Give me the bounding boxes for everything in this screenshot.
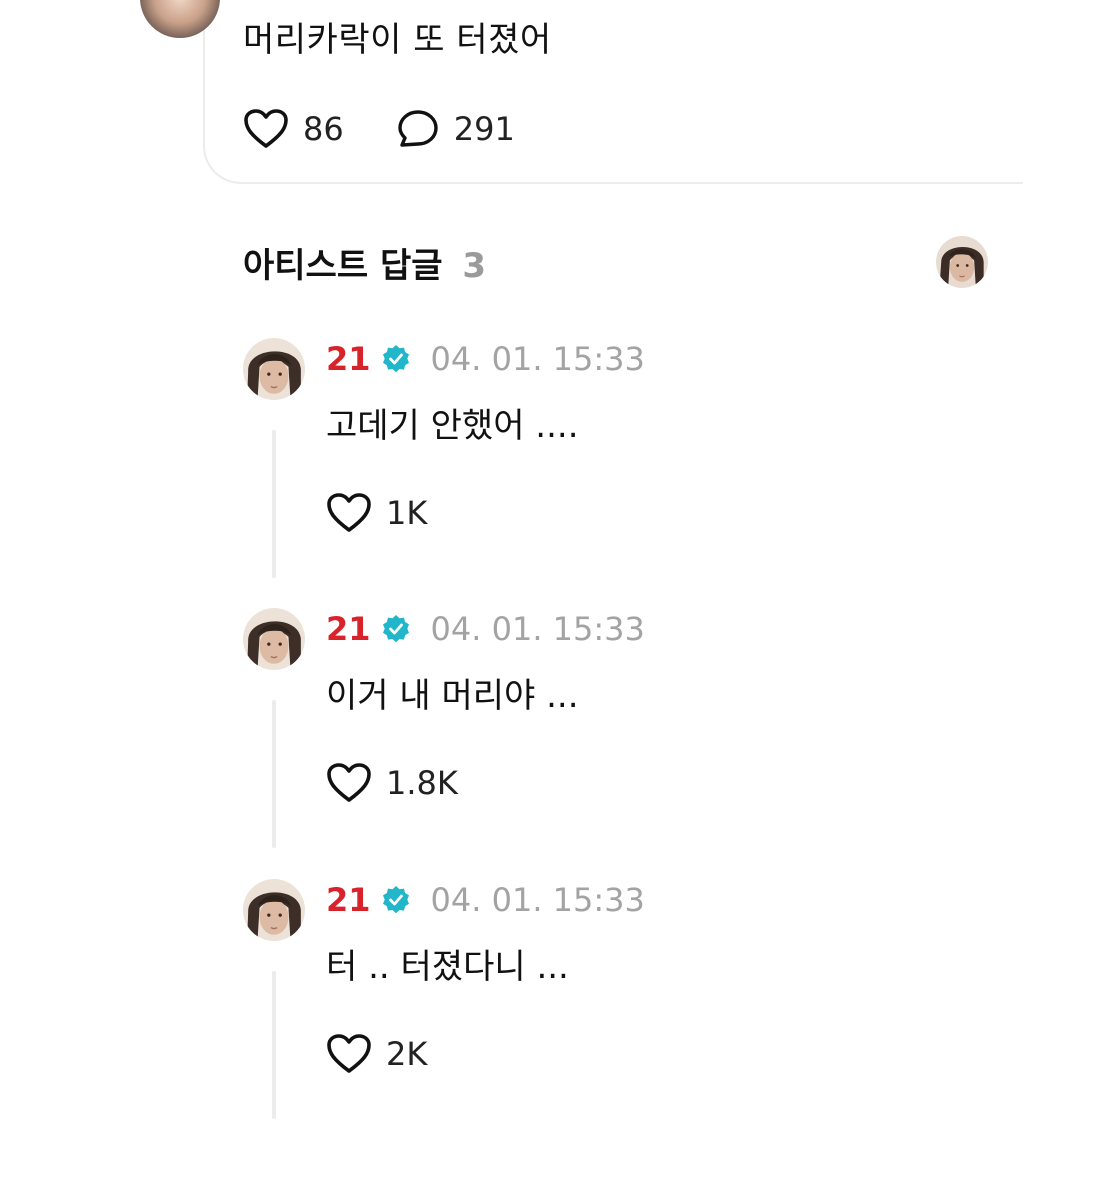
thread-line — [272, 971, 276, 1119]
section-title: 아티스트 답글 3 — [243, 238, 486, 287]
reply-avatar[interactable] — [243, 338, 305, 400]
post-comment-count: 291 — [453, 110, 515, 148]
post-like-button[interactable]: 86 — [243, 108, 344, 150]
heart-outline-icon — [244, 109, 288, 148]
reply-author[interactable]: 21 — [326, 881, 371, 919]
artist-avatar[interactable] — [936, 236, 988, 288]
verified-badge-icon — [382, 345, 409, 373]
reply-like-button[interactable]: 1.8K — [326, 762, 458, 804]
post-comment-button[interactable]: 291 — [396, 108, 515, 150]
reply-timestamp: 04. 01. 15:33 — [430, 340, 645, 378]
reply-avatar[interactable] — [243, 879, 305, 941]
reply-like-button[interactable]: 2K — [326, 1033, 427, 1075]
post-actions: 86 291 — [243, 108, 567, 150]
section-title-label: 아티스트 답글 — [243, 246, 443, 286]
reply-text: 고데기 안했어 .... — [326, 406, 579, 446]
heart-outline-icon — [327, 1034, 371, 1073]
reply-text: 이거 내 머리야 ... — [326, 676, 579, 716]
avatar-image — [936, 236, 988, 288]
verified-badge-icon — [382, 886, 409, 914]
thread-line — [272, 700, 276, 848]
reply-text: 터 .. 터졌다니 ... — [326, 947, 569, 987]
avatar-image — [243, 608, 305, 670]
reply-author[interactable]: 21 — [326, 340, 371, 378]
post-like-count: 86 — [303, 110, 344, 148]
reply-like-count: 1.8K — [386, 764, 458, 802]
heart-outline-icon — [327, 493, 371, 532]
reply-header: 21 04. 01. 15:33 — [326, 881, 645, 919]
reply-like-button[interactable]: 1K — [326, 492, 427, 534]
section-count: 3 — [462, 246, 487, 286]
verified-badge-icon — [382, 615, 409, 643]
reply-header: 21 04. 01. 15:33 — [326, 610, 645, 648]
reply-like-count: 2K — [386, 1035, 428, 1073]
artist-replies-page: 머리카락이 또 터졌어 86 291 아티스트 답글 3 21 04. 01. … — [0, 0, 1096, 1200]
reply-like-count: 1K — [386, 494, 428, 532]
avatar-image — [243, 338, 305, 400]
reply-author[interactable]: 21 — [326, 610, 371, 648]
post-text: 머리카락이 또 터졌어 — [243, 20, 552, 60]
heart-outline-icon — [327, 763, 371, 802]
reply-timestamp: 04. 01. 15:33 — [430, 881, 645, 919]
reply-timestamp: 04. 01. 15:33 — [430, 610, 645, 648]
thread-line — [272, 430, 276, 578]
reply-header: 21 04. 01. 15:33 — [326, 340, 645, 378]
reply-avatar[interactable] — [243, 608, 305, 670]
avatar-image — [243, 879, 305, 941]
speech-bubble-icon — [398, 110, 438, 147]
